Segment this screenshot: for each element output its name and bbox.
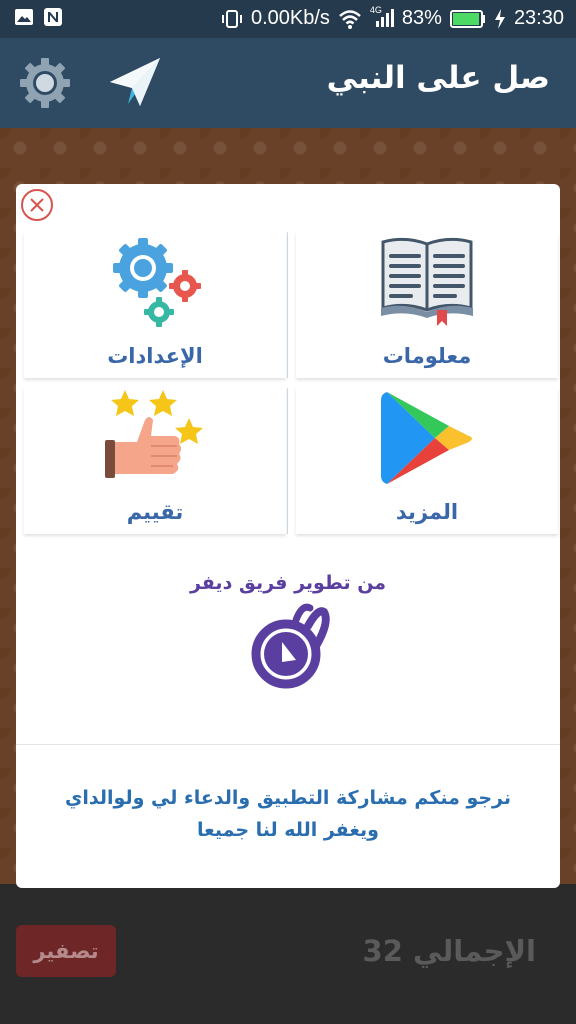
send-icon[interactable]	[106, 54, 164, 112]
section-divider	[16, 744, 560, 745]
close-icon[interactable]	[20, 188, 54, 222]
wifi-icon	[339, 9, 361, 29]
reset-button[interactable]: تصفير	[16, 925, 116, 977]
developer-credit: من تطوير فريق ديفر	[189, 572, 387, 594]
bottom-bar: تصفير الإجمالي 32	[0, 884, 576, 1024]
vibrate-icon	[221, 9, 242, 28]
app-title: صل على النبي	[326, 60, 550, 96]
n-notification-icon	[44, 8, 62, 26]
battery-percent: 83%	[401, 7, 442, 29]
tile-rate[interactable]: تقييم	[24, 388, 286, 534]
tile-label: الإعدادات	[107, 344, 203, 368]
app-bar: صل على النبي	[0, 38, 576, 128]
clock: 23:30	[513, 7, 564, 29]
play-store-icon	[381, 392, 472, 484]
total-counter: الإجمالي 32	[362, 934, 536, 968]
signal-icon: 4G	[370, 5, 394, 29]
menu-dialog: الإعدادات معلومات تقييم المزيد من تطوير …	[16, 184, 560, 888]
tile-label: معلومات	[382, 344, 472, 368]
battery-icon	[449, 9, 485, 28]
column-divider	[287, 388, 288, 534]
tile-more[interactable]: المزيد	[296, 388, 558, 534]
developer-logo[interactable]	[242, 600, 334, 692]
gear-icon[interactable]	[18, 56, 72, 110]
tile-label: المزيد	[395, 500, 459, 524]
tile-info[interactable]: معلومات	[296, 232, 558, 378]
column-divider	[287, 232, 288, 378]
tile-settings[interactable]: الإعدادات	[24, 232, 286, 378]
tile-label: تقييم	[126, 500, 184, 524]
book-icon	[381, 237, 473, 326]
share-message-line: نرجو منكم مشاركة التطبيق والدعاء لي ولوا…	[64, 787, 512, 809]
thumbs-up-stars-icon	[105, 390, 203, 478]
charging-icon	[494, 8, 505, 29]
settings-gears-icon	[113, 238, 201, 327]
network-speed: 0.00Kb/s	[250, 7, 330, 29]
share-message: نرجو منكم مشاركة التطبيق والدعاء لي ولوا…	[46, 782, 530, 846]
share-message-line: ويغفر الله لنا جميعا	[196, 819, 379, 841]
image-icon	[15, 9, 33, 25]
status-bar: 0.00Kb/s 4G 83% 23:30	[0, 0, 576, 38]
